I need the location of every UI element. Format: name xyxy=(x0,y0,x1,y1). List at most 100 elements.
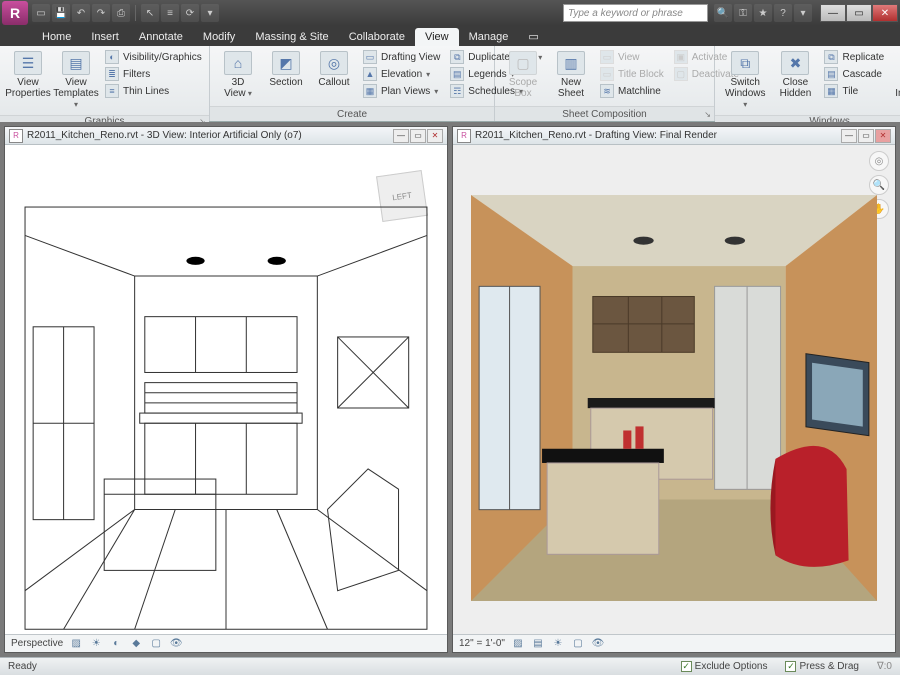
crop-icon[interactable]: ▢ xyxy=(149,637,163,651)
doc-window-3dview: R R2011_Kitchen_Reno.rvt - 3D View: Inte… xyxy=(4,126,448,653)
tab-view[interactable]: View xyxy=(415,28,459,46)
render-icon[interactable]: ◆ xyxy=(129,637,143,651)
open-icon[interactable]: ▭ xyxy=(32,4,50,22)
doc-title-bar-left[interactable]: R R2011_Kitchen_Reno.rvt - 3D View: Inte… xyxy=(5,127,447,145)
doc-window-render: R R2011_Kitchen_Reno.rvt - Drafting View… xyxy=(452,126,896,653)
filters-icon: ≣ xyxy=(105,67,119,81)
detail-icon[interactable]: ▤ xyxy=(531,637,545,651)
redo-icon[interactable]: ↷ xyxy=(92,4,110,22)
doc-close-button[interactable]: ✕ xyxy=(875,129,891,143)
view-templates-button[interactable]: ▤ViewTemplates xyxy=(54,49,98,112)
app-menu-button[interactable]: R xyxy=(2,1,28,25)
pointer-icon[interactable]: ↖ xyxy=(141,4,159,22)
plan-icon: ▦ xyxy=(363,84,377,98)
callout-icon: ◎ xyxy=(320,51,348,75)
maximize-button[interactable]: ▭ xyxy=(846,4,872,22)
panel-create: ⌂3DView ◩Section ◎Callout ▭Drafting View… xyxy=(210,46,495,121)
thinlines-icon: ≡ xyxy=(105,84,119,98)
tab-home[interactable]: Home xyxy=(32,28,81,46)
drafting-view-button[interactable]: ▭Drafting View xyxy=(360,49,443,65)
undo-icon[interactable]: ↶ xyxy=(72,4,90,22)
close-hidden-button[interactable]: ✖CloseHidden xyxy=(773,49,817,101)
matchline-button[interactable]: ≋Matchline xyxy=(597,83,667,99)
search-input[interactable]: Type a keyword or phrase xyxy=(563,4,708,22)
shadows-icon[interactable]: ◐ xyxy=(109,637,123,651)
view-control-bar-left: Perspective ▨ ☀ ◐ ◆ ▢ 👁 xyxy=(5,634,447,652)
zoom-icon[interactable]: 🔍 xyxy=(869,175,889,195)
3d-view-button[interactable]: ⌂3DView xyxy=(216,49,260,101)
cascade-button[interactable]: ▤Cascade xyxy=(821,66,887,82)
doc-minimize-button[interactable]: — xyxy=(841,129,857,143)
visibility-graphics-button[interactable]: ◐Visibility/Graphics xyxy=(102,49,205,65)
scopebox-icon: ▢ xyxy=(509,51,537,75)
crop-icon[interactable]: ▢ xyxy=(571,637,585,651)
tab-collaborate[interactable]: Collaborate xyxy=(339,28,415,46)
tab-modify[interactable]: Modify xyxy=(193,28,245,46)
switch-windows-button[interactable]: ⧉SwitchWindows xyxy=(721,49,769,112)
status-text: Ready xyxy=(8,661,37,672)
qat-dropdown-icon[interactable]: ▾ xyxy=(201,4,219,22)
tab-annotate[interactable]: Annotate xyxy=(129,28,193,46)
document-icon: R xyxy=(9,129,23,143)
save-icon[interactable]: 💾 xyxy=(52,4,70,22)
doc-maximize-button[interactable]: ▭ xyxy=(858,129,874,143)
binoculars-icon[interactable]: 🔍 xyxy=(714,4,732,22)
hide-icon[interactable]: 👁 xyxy=(591,637,605,651)
work-area: R R2011_Kitchen_Reno.rvt - 3D View: Inte… xyxy=(0,122,900,657)
doc-maximize-button[interactable]: ▭ xyxy=(410,129,426,143)
print-icon[interactable]: ⎙ xyxy=(112,4,130,22)
view-icon: ▭ xyxy=(600,50,614,64)
hide-icon[interactable]: 👁 xyxy=(169,637,183,651)
ribbon-tabs: Home Insert Annotate Modify Massing & Si… xyxy=(0,26,900,46)
viewport-3d[interactable]: LEFT xyxy=(5,145,447,634)
help-icon[interactable]: ? xyxy=(774,4,792,22)
sun-icon[interactable]: ☀ xyxy=(89,637,103,651)
duplicate-icon: ⧉ xyxy=(450,50,464,64)
view-scale-right[interactable]: 12" = 1'-0" xyxy=(459,638,505,649)
doc-minimize-button[interactable]: — xyxy=(393,129,409,143)
window-controls: — ▭ ✕ xyxy=(820,4,898,22)
key-icon[interactable]: ⚿ xyxy=(734,4,752,22)
exclude-options-checkbox[interactable]: ✓Exclude Options xyxy=(681,661,768,672)
chevron-down-icon[interactable]: ▾ xyxy=(794,4,812,22)
title-bar: R ▭ 💾 ↶ ↷ ⎙ ↖ ≡ ⟳ ▾ Type a keyword or ph… xyxy=(0,0,900,26)
activate-icon: ▣ xyxy=(674,50,688,64)
sync-icon[interactable]: ⟳ xyxy=(181,4,199,22)
tab-manage[interactable]: Manage xyxy=(459,28,519,46)
steering-wheel-icon[interactable]: ◎ xyxy=(869,151,889,171)
doc-close-button[interactable]: ✕ xyxy=(427,129,443,143)
close-button[interactable]: ✕ xyxy=(872,4,898,22)
replicate-button[interactable]: ⧉Replicate xyxy=(821,49,887,65)
tile-button[interactable]: ▦Tile xyxy=(821,83,887,99)
thin-lines-button[interactable]: ≡Thin Lines xyxy=(102,83,205,99)
deactivate-icon: ▢ xyxy=(674,67,688,81)
measure-icon[interactable]: ≡ xyxy=(161,4,179,22)
titleblock-icon: ▭ xyxy=(600,67,614,81)
visual-style-icon[interactable]: ▨ xyxy=(69,637,83,651)
plan-views-button[interactable]: ▦Plan Views xyxy=(360,83,443,99)
filter-icon[interactable]: ∇:0 xyxy=(877,661,892,672)
tab-extra-icon[interactable]: ▭ xyxy=(518,27,548,46)
user-interface-button[interactable]: ☰UserInterface xyxy=(891,49,900,112)
callout-button[interactable]: ◎Callout xyxy=(312,49,356,90)
tab-insert[interactable]: Insert xyxy=(81,28,129,46)
cascade-icon: ▤ xyxy=(824,67,838,81)
view-properties-button[interactable]: ☰ViewProperties xyxy=(6,49,50,101)
visual-style-icon[interactable]: ▨ xyxy=(511,637,525,651)
quick-access-toolbar: ▭ 💾 ↶ ↷ ⎙ ↖ ≡ ⟳ ▾ xyxy=(32,4,219,22)
viewport-render[interactable]: ◎ 🔍 ✋ xyxy=(453,145,895,634)
press-drag-checkbox[interactable]: ✓Press & Drag xyxy=(785,661,858,672)
view-scale-left[interactable]: Perspective xyxy=(11,638,63,649)
minimize-button[interactable]: — xyxy=(820,4,846,22)
elevation-button[interactable]: ▲Elevation xyxy=(360,66,443,82)
section-button[interactable]: ◩Section xyxy=(264,49,308,90)
tab-massing-site[interactable]: Massing & Site xyxy=(245,28,338,46)
star-icon[interactable]: ★ xyxy=(754,4,772,22)
panel-windows: ⧉SwitchWindows ✖CloseHidden ⧉Replicate ▤… xyxy=(715,46,900,121)
panel-arrow-icon[interactable]: ↘ xyxy=(704,110,711,119)
sun-icon[interactable]: ☀ xyxy=(551,637,565,651)
new-sheet-button[interactable]: ▥NewSheet xyxy=(549,49,593,101)
filters-button[interactable]: ≣Filters xyxy=(102,66,205,82)
legends-icon: ▤ xyxy=(450,67,464,81)
doc-title-bar-right[interactable]: R R2011_Kitchen_Reno.rvt - Drafting View… xyxy=(453,127,895,145)
